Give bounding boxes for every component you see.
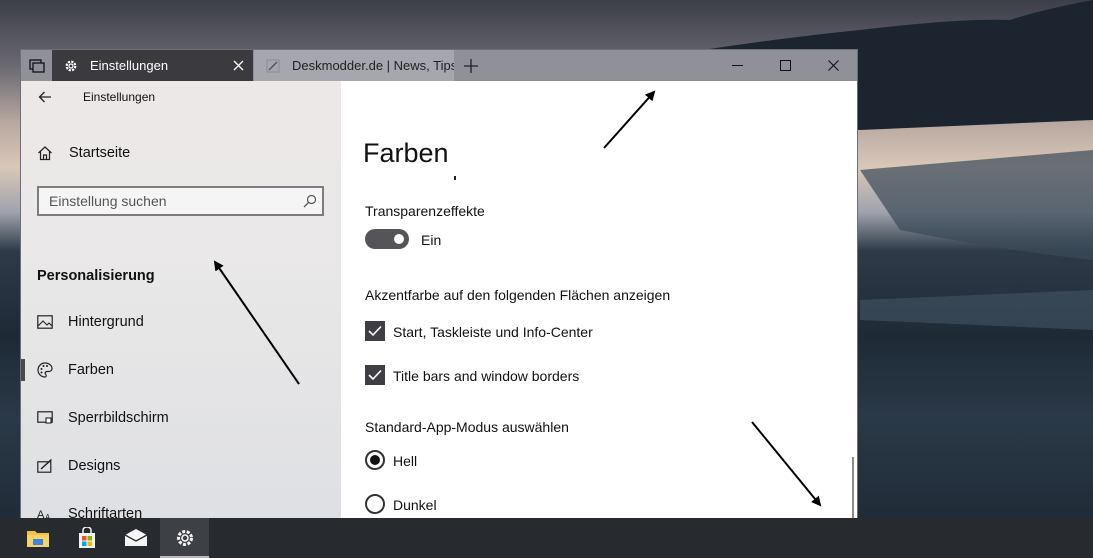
transparency-label: Transparenzeffekte <box>365 203 485 219</box>
sidebar-item-hintergrund[interactable]: Hintergrund <box>21 308 341 336</box>
taskbar-settings[interactable] <box>160 518 209 558</box>
selection-indicator <box>21 311 25 333</box>
taskbar <box>0 518 1093 558</box>
accent-titlebars-label: Title bars and window borders <box>393 368 580 384</box>
maximize-button[interactable] <box>761 50 809 81</box>
accent-start-checkbox[interactable] <box>365 321 385 341</box>
maximize-icon <box>779 60 791 71</box>
selection-indicator <box>21 455 25 477</box>
settings-sidebar: Einstellungen Startseite Personalisierun… <box>21 81 341 518</box>
app-mode-label: Standard-App-Modus auswählen <box>365 419 569 435</box>
home-label: Startseite <box>69 145 131 161</box>
gear-icon <box>52 59 90 73</box>
title-bar: Einstellungen Deskmodder.de | News, Tips <box>21 50 857 81</box>
sidebar-item-label: Sperrbildschirm <box>68 410 169 426</box>
back-button[interactable] <box>33 87 57 107</box>
mail-icon <box>124 529 147 546</box>
close-tab-icon[interactable] <box>223 60 253 71</box>
search-icon[interactable] <box>298 194 322 208</box>
content-scrollbar[interactable] <box>852 457 854 518</box>
back-arrow-icon <box>38 91 51 103</box>
minimize-button[interactable] <box>713 50 761 81</box>
pen-icon <box>254 59 292 73</box>
transparency-toggle[interactable] <box>365 229 409 249</box>
text-cursor <box>454 176 456 180</box>
sidebar-item-label: Designs <box>68 458 121 474</box>
palette-icon <box>21 362 68 378</box>
sidebar-item-farben[interactable]: Farben <box>21 356 341 384</box>
svg-text:A: A <box>37 509 45 518</box>
tab-label: Einstellungen <box>90 58 169 73</box>
tab-switcher-icon[interactable] <box>21 50 52 81</box>
close-icon <box>827 60 839 71</box>
settings-icon <box>176 530 193 546</box>
transparency-state: Ein <box>421 232 442 248</box>
search-input[interactable] <box>49 193 298 209</box>
radio-dot <box>370 455 380 465</box>
accent-titlebars-checkbox[interactable] <box>365 365 385 385</box>
lockscreen-icon <box>21 411 68 425</box>
minimize-icon <box>731 65 743 66</box>
app-title: Einstellungen <box>83 90 156 104</box>
settings-search-box[interactable] <box>37 186 324 216</box>
accent-label: Akzentfarbe auf den folgenden Flächen an… <box>365 287 671 303</box>
sidebar-item-home[interactable]: Startseite <box>21 139 341 167</box>
store-icon <box>78 527 95 548</box>
selection-indicator <box>21 503 25 518</box>
checkmark-icon <box>368 369 382 381</box>
settings-window: Einstellungen Deskmodder.de | News, Tips <box>21 50 857 518</box>
themes-icon <box>21 459 68 473</box>
selection-indicator <box>21 359 25 381</box>
taskbar-mail[interactable] <box>111 518 160 558</box>
sidebar-item-label: Hintergrund <box>68 314 144 330</box>
tab-deskmodder[interactable]: Deskmodder.de | News, Tips <box>254 50 454 81</box>
tab-einstellungen[interactable]: Einstellungen <box>52 50 253 81</box>
file-explorer-icon <box>26 531 49 547</box>
accent-start-label: Start, Taskleiste und Info-Center <box>393 324 593 340</box>
taskbar-file-explorer[interactable] <box>13 518 62 558</box>
sidebar-item-schriftarten[interactable]: AA Schriftarten <box>21 500 341 518</box>
picture-icon <box>21 315 68 329</box>
new-tab-button[interactable] <box>455 50 487 81</box>
plus-icon <box>464 58 478 73</box>
app-mode-dunkel-radio[interactable] <box>365 494 385 514</box>
sidebar-item-label: Schriftarten <box>68 506 143 518</box>
checkmark-icon <box>368 325 382 337</box>
app-mode-dunkel-label: Dunkel <box>393 497 437 513</box>
close-window-button[interactable] <box>809 50 857 81</box>
app-mode-hell-radio[interactable] <box>365 450 385 470</box>
sidebar-item-sperrbildschirm[interactable]: Sperrbildschirm <box>21 404 341 432</box>
toggle-knob <box>394 234 404 244</box>
app-mode-hell-label: Hell <box>393 453 418 469</box>
settings-content: Farben Transparenzeffekte Ein Akzentfarb… <box>341 81 857 518</box>
sidebar-item-label: Farben <box>68 362 114 378</box>
selection-indicator <box>21 407 25 429</box>
tab-label: Deskmodder.de | News, Tips <box>292 58 454 73</box>
page-title: Farben <box>363 138 449 168</box>
sidebar-item-designs[interactable]: Designs <box>21 452 341 480</box>
section-title: Personalisierung <box>37 268 155 284</box>
taskbar-store[interactable] <box>62 518 111 558</box>
home-icon <box>21 145 69 161</box>
fonts-icon: AA <box>21 507 68 518</box>
